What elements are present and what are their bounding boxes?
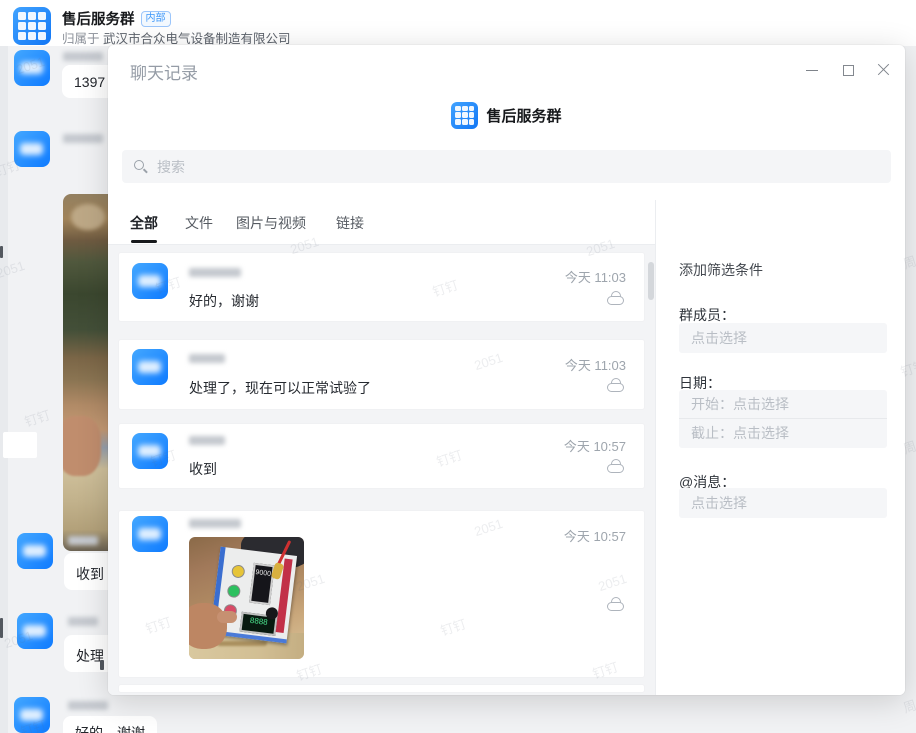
message-text: 好的，谢谢: [189, 291, 259, 311]
avatar[interactable]: [17, 613, 53, 649]
member-select[interactable]: 点击选择: [679, 323, 887, 353]
redacted-name: [189, 268, 241, 277]
avatar[interactable]: [132, 516, 168, 552]
maximize-button[interactable]: [841, 63, 855, 77]
search-placeholder: 搜索: [157, 157, 185, 177]
cloud-sync-icon: [607, 381, 624, 392]
message-time: 今天 10:57: [564, 436, 626, 455]
avatar[interactable]: [14, 131, 50, 167]
tab-label: 全部: [130, 215, 158, 231]
redacted-name: [189, 354, 225, 363]
message-text: 处理了，现在可以正常试验了: [189, 378, 371, 398]
message-bubble[interactable]: 好的，谢谢: [63, 716, 157, 733]
yellow-button: [231, 564, 245, 578]
avatar[interactable]: [132, 349, 168, 385]
photo-detail: [71, 204, 105, 230]
attached-photo[interactable]: 9000 8888: [189, 537, 304, 659]
redacted-name: [189, 519, 241, 528]
redacted-name: [63, 134, 103, 143]
message-row[interactable]: 好的，谢谢 今天 11:03: [118, 252, 645, 322]
active-tab-underline: [131, 240, 157, 243]
avatar[interactable]: [14, 697, 50, 733]
white-patch: [3, 432, 37, 458]
redacted-name: [68, 617, 98, 626]
modal-title: 聊天记录: [130, 59, 198, 84]
tab-links[interactable]: 链接: [336, 213, 364, 233]
tab-label: 链接: [336, 215, 364, 231]
photo-detail: [217, 641, 267, 646]
avatar[interactable]: [132, 263, 168, 299]
tab-files[interactable]: 文件: [185, 213, 213, 233]
cloud-sync-icon: [607, 462, 624, 473]
filter-title: 添加筛选条件: [679, 260, 763, 280]
app-header: 售后服务群 内部 归属于 武汉市合众电气设备制造有限公司: [0, 0, 916, 46]
redacted-name: [68, 536, 98, 545]
affiliation-prefix: 归属于: [62, 32, 100, 46]
cloud-sync-icon: [607, 600, 624, 611]
avatar[interactable]: [17, 533, 53, 569]
cloud-sync-icon: [607, 294, 624, 305]
message-text: 收到: [189, 459, 217, 479]
chat-history-modal: 聊天记录 售后服务群 搜索 全部 文件 图片与视频: [108, 45, 905, 695]
message-row[interactable]: 9000 8888 今天 10:57: [118, 510, 645, 678]
group-title: 售后服务群: [62, 8, 135, 29]
message-row-partial[interactable]: [118, 684, 645, 693]
bubble-text: 1397: [74, 74, 105, 90]
photo-detail: [217, 611, 237, 623]
redacted-name: [68, 701, 108, 710]
internal-badge: 内部: [141, 11, 171, 27]
screen: 1397 收到 处理 好的，谢谢 售后服: [0, 0, 916, 733]
avatar[interactable]: [14, 50, 50, 86]
member-filter-label: 群成员：: [679, 305, 735, 325]
avatar[interactable]: [132, 433, 168, 469]
edge-artifact: [100, 660, 104, 670]
message-time: 今天 11:03: [565, 355, 626, 374]
date-start-select[interactable]: 开始：点击选择: [679, 390, 887, 418]
minimize-button[interactable]: [805, 63, 819, 77]
member-placeholder: 点击选择: [691, 328, 747, 348]
green-button: [227, 584, 241, 598]
redacted-name: [189, 436, 225, 445]
company-name: 武汉市合众电气设备制造有限公司: [103, 32, 291, 46]
at-message-select[interactable]: 点击选择: [679, 488, 887, 518]
tab-all[interactable]: 全部: [130, 213, 158, 233]
window-controls: [805, 61, 891, 79]
meter-display: 9000: [249, 563, 275, 605]
tab-label: 文件: [185, 215, 213, 231]
photo-detail: [189, 603, 227, 649]
close-button[interactable]: [877, 63, 891, 77]
photo-message[interactable]: [63, 194, 113, 551]
message-time: 今天 11:03: [565, 267, 626, 286]
list-scrollbar[interactable]: [648, 262, 654, 300]
tab-media[interactable]: 图片与视频: [236, 213, 306, 233]
search-icon: [134, 160, 147, 173]
bubble-text: 好的，谢谢: [75, 723, 145, 733]
date-range-box: 开始：点击选择 截止：点击选择: [679, 390, 887, 448]
message-row[interactable]: 收到 今天 10:57: [118, 423, 645, 489]
filter-panel: 添加筛选条件 群成员： 点击选择 日期： 开始：点击选择 截止：点击选择 @消息…: [656, 200, 905, 695]
modal-group-name: 售后服务群: [486, 105, 561, 126]
bubble-text: 收到: [76, 564, 104, 584]
redacted-name: [63, 52, 103, 61]
tab-bar: 全部 文件 图片与视频 链接: [108, 205, 655, 245]
date-end-select[interactable]: 截止：点击选择: [679, 419, 887, 447]
photo-detail: [63, 416, 101, 476]
at-placeholder: 点击选择: [691, 493, 747, 513]
edge-artifact: [0, 246, 3, 258]
message-row[interactable]: 处理了，现在可以正常试验了 今天 11:03: [118, 339, 645, 410]
message-list: 好的，谢谢 今天 11:03 处理了，现在可以正常试验了 今天 11:03 收到…: [108, 245, 655, 695]
search-input[interactable]: 搜索: [122, 150, 891, 183]
group-avatar-icon: [451, 102, 478, 129]
message-time: 今天 10:57: [564, 526, 626, 545]
modal-group-header: 售后服务群: [108, 100, 905, 130]
tab-label: 图片与视频: [236, 215, 306, 231]
edge-artifact: [0, 618, 3, 638]
group-avatar-icon[interactable]: [13, 7, 51, 45]
